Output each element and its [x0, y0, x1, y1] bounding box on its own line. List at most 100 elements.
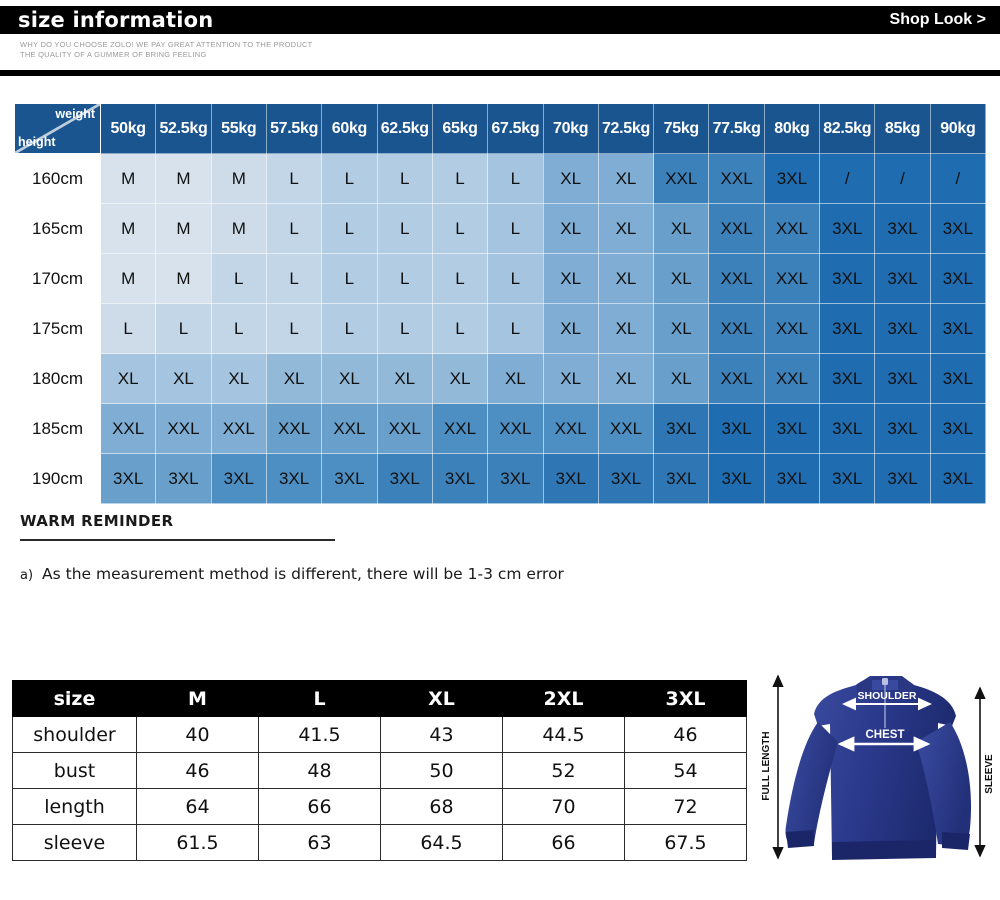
size-cell: 3XL [155, 453, 212, 504]
size-cell: L [376, 203, 433, 254]
size-cell: L [487, 153, 544, 204]
chest-label: CHEST [866, 729, 905, 741]
header-corner-cell: weight height [14, 103, 101, 154]
measurement-value: 66 [502, 824, 625, 861]
size-cell: L [487, 203, 544, 254]
measurement-row: shoulder 40 41.5 43 44.5 46 [12, 716, 747, 753]
measurement-value: 40 [136, 716, 259, 753]
height-header-5: 185cm [14, 403, 101, 454]
page-title: size information [18, 8, 214, 32]
weight-header-11: 77.5kg [708, 103, 765, 154]
size-cell: XXL [265, 403, 323, 454]
measurement-value: 52 [502, 752, 625, 789]
size-cell: L [265, 303, 323, 354]
size-cell: XXL [321, 403, 378, 454]
size-cell: 3XL [929, 203, 987, 254]
shoulder-label: SHOULDER [858, 690, 917, 702]
size-cell: 3XL [431, 453, 489, 504]
size-cell: L [431, 253, 489, 304]
size-cell: XXL [431, 403, 489, 454]
height-header-2: 170cm [14, 253, 101, 304]
size-cell: 3XL [874, 253, 931, 304]
size-cell: XXL [653, 153, 710, 204]
size-cell: 3XL [708, 403, 765, 454]
height-header-3: 175cm [14, 303, 101, 354]
size-cell: L [431, 303, 489, 354]
weight-header-5: 62.5kg [376, 103, 433, 154]
size-cell: 3XL [929, 353, 987, 404]
weight-header-6: 65kg [431, 103, 489, 154]
size-cell: 3XL [542, 453, 599, 504]
warm-reminder-title: WARM REMINDER [20, 512, 174, 530]
size-cell: XXL [763, 353, 821, 404]
garment-measurement-table: size M L XL 2XL 3XL shoulder 40 41.5 43 44.5 46 bus… [12, 680, 747, 861]
size-cell: L [376, 253, 433, 304]
measurement-value: 41.5 [258, 716, 381, 753]
measurement-row: length 64 66 68 70 72 [12, 788, 747, 825]
size-cell: L [99, 303, 157, 354]
measurement-value: 50 [380, 752, 503, 789]
size-cell: L [487, 253, 544, 304]
size-cell: XXL [763, 303, 821, 354]
size-cell: L [321, 153, 378, 204]
warm-reminder-item: a) As the measurement method is differen… [20, 565, 564, 583]
size-cell: L [265, 203, 323, 254]
size-cell: 3XL [653, 403, 710, 454]
page-header-bar: size information Shop Look > [0, 6, 1000, 34]
garment-illustration: SHOULDER CHEST FULL LENGTH SLEEVE [752, 666, 998, 878]
subtitle-line-2: THE QUALITY OF A GUMMER OF BRING FEELING [20, 50, 207, 59]
size-cell: XL [542, 153, 599, 204]
size-cell: 3XL [99, 453, 157, 504]
size-cell: 3XL [597, 453, 655, 504]
measurement-value: 54 [624, 752, 747, 789]
full-length-label: FULL LENGTH [761, 731, 772, 800]
size-cell: XXL [708, 353, 765, 404]
size-grid-body: 160cm M M M L L L L L XL XL XXL XXL 3XL / //165cm M M M L L L… [14, 153, 987, 504]
measurement-table-container: size M L XL 2XL 3XL shoulder 40 41.5 43 44.5 46 bus… [12, 680, 747, 861]
measurement-value: 64.5 [380, 824, 503, 861]
size-cell: XL [653, 203, 710, 254]
size-cell: XL [653, 303, 710, 354]
measurement-value: 46 [136, 752, 259, 789]
measurement-row: bust 46 48 50 52 54 [12, 752, 747, 789]
sweater-diagram: SHOULDER CHEST FULL LENGTH SLEEVE [761, 674, 995, 860]
height-header-6: 190cm [14, 453, 101, 504]
size-cell: M [155, 203, 212, 254]
size-cell: L [321, 203, 378, 254]
size-cell: L [321, 253, 378, 304]
sleeve-label: SLEEVE [984, 754, 995, 794]
measurement-header-4: 2XL [502, 680, 625, 717]
left-sleeve [785, 722, 838, 846]
size-cell: 3XL [874, 303, 931, 354]
size-cell: XL [542, 353, 599, 404]
measurement-value: 44.5 [502, 716, 625, 753]
size-cell: M [155, 253, 212, 304]
size-cell: XXL [763, 203, 821, 254]
size-cell: XXL [708, 153, 765, 204]
size-cell: M [210, 203, 267, 254]
measurement-table-body: shoulder 40 41.5 43 44.5 46 bust 46 48 50 52 54 leng… [12, 716, 747, 861]
size-cell: XXL [487, 403, 544, 454]
size-cell: 3XL [265, 453, 323, 504]
size-cell: L [155, 303, 212, 354]
size-cell: L [376, 153, 433, 204]
subtitle-line-1: WHY DO YOU CHOOSE ZOLO! WE PAY GREAT ATT… [20, 40, 313, 49]
size-cell: XL [653, 353, 710, 404]
size-cell: XXL [542, 403, 599, 454]
size-cell: XXL [763, 253, 821, 304]
size-cell: 3XL [210, 453, 267, 504]
size-cell: 3XL [929, 253, 987, 304]
size-cell: M [99, 203, 157, 254]
size-cell: XL [597, 303, 655, 354]
size-cell: XXL [708, 253, 765, 304]
shop-look-link[interactable]: Shop Look > [890, 11, 1000, 29]
size-cell: 3XL [874, 203, 931, 254]
header-subtitle: WHY DO YOU CHOOSE ZOLO! WE PAY GREAT ATT… [20, 40, 620, 60]
measurement-value: 66 [258, 788, 381, 825]
left-cuff [786, 830, 814, 848]
size-cell: 3XL [874, 453, 931, 504]
size-cell: / [929, 153, 987, 204]
size-cell: 3XL [653, 453, 710, 504]
size-cell: L [321, 303, 378, 354]
measurement-value: 68 [380, 788, 503, 825]
